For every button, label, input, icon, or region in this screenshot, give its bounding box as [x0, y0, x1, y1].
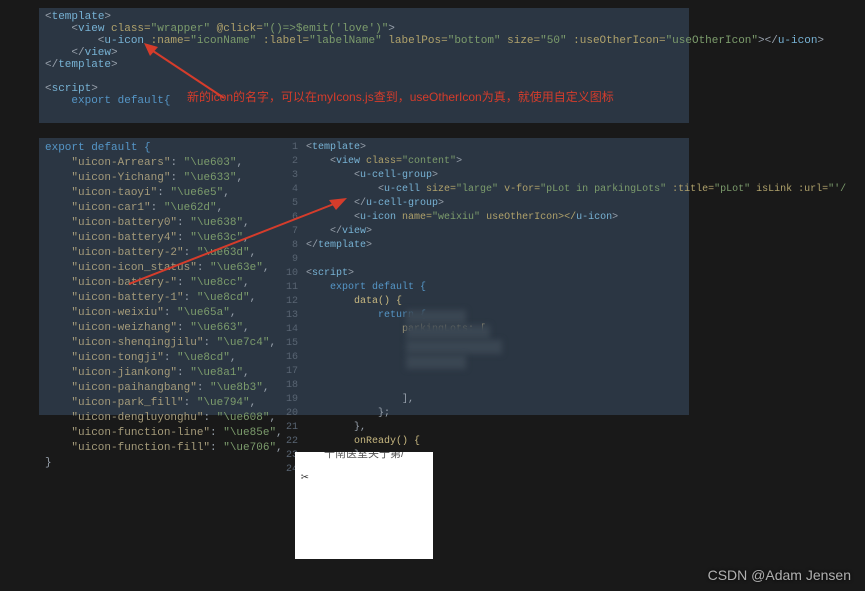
code-line: }	[45, 456, 258, 471]
code-line: "uicon-dengluyonghu": "\ue608",	[45, 411, 258, 426]
code-line: "uicon-park_fill": "\ue794",	[45, 396, 258, 411]
code-line: <view class="content">	[306, 155, 685, 169]
pixelated-block	[406, 355, 466, 369]
code-line: "uicon-battery-2": "\ue63d",	[45, 246, 258, 261]
code-line: <template>	[45, 11, 683, 23]
code-line: </template>	[306, 239, 685, 253]
code-line: "uicon-Yichang": "\ue633",	[45, 171, 258, 186]
code-line: ],	[306, 393, 685, 407]
code-line: };	[306, 407, 685, 421]
code-line: parkingLots: [	[306, 323, 685, 337]
code-line: </template>	[45, 59, 683, 71]
preview-title: 千南医室关于第/	[295, 452, 433, 466]
code-line: "uicon-car1": "\ue62d",	[45, 201, 258, 216]
pixelated-block	[406, 325, 490, 339]
pixelated-block	[406, 340, 502, 354]
code-line: "uicon-battery4": "\ue63c",	[45, 231, 258, 246]
code-line: onReady() {	[306, 435, 685, 449]
code-line: "uicon-jiankong": "\ue8a1",	[45, 366, 258, 381]
code-line: <view class="wrapper" @click="()=>$emit(…	[45, 23, 683, 35]
code-line: data() {	[306, 295, 685, 309]
code-line: "uicon-function-line": "\ue85e",	[45, 426, 258, 441]
code-line: "uicon-icon_status": "\ue63e",	[45, 261, 258, 276]
code-line: },	[306, 421, 685, 435]
code-line: export default {	[45, 141, 258, 156]
code-line: <u-cell size="large" v-for="pLot in park…	[306, 183, 685, 197]
code-right-pane: 123456789101112131415161718192021222324 …	[264, 138, 689, 415]
code-left-pane: export default { "uicon-Arrears": "\ue60…	[39, 138, 264, 415]
code-line: "uicon-tongji": "\ue8cd",	[45, 351, 258, 366]
code-line: "uicon-battery-1": "\ue8cd",	[45, 291, 258, 306]
code-line: </u-cell-group>	[306, 197, 685, 211]
code-line: "uicon-Arrears": "\ue603",	[45, 156, 258, 171]
watermark-text: CSDN @Adam Jensen	[708, 567, 851, 583]
code-line: "uicon-weizhang": "\ue663",	[45, 321, 258, 336]
code-line: <u-icon name="weixiu" useOtherIcon></u-i…	[306, 211, 685, 225]
code-line: </view>	[45, 47, 683, 59]
code-line: <template>	[306, 141, 685, 155]
code-panel-bottom: export default { "uicon-Arrears": "\ue60…	[39, 138, 689, 415]
code-line: "uicon-battery-": "\ue8cc",	[45, 276, 258, 291]
code-line: "uicon-battery0": "\ue638",	[45, 216, 258, 231]
code-line: <u-cell-group>	[306, 169, 685, 183]
code-line: "uicon-taoyi": "\ue6e5",	[45, 186, 258, 201]
code-line: "uicon-shenqingjilu": "\ue7c4",	[45, 336, 258, 351]
code-line: <u-icon :name="iconName" :label="labelNa…	[45, 35, 683, 47]
line-number-gutter: 123456789101112131415161718192021222324	[264, 138, 302, 415]
code-line: </view>	[306, 225, 685, 239]
code-line: <script>	[306, 267, 685, 281]
code-line: return {	[306, 309, 685, 323]
phone-preview: 千南医室关于第/ ✂	[295, 452, 433, 559]
code-line: "uicon-function-fill": "\ue706",	[45, 441, 258, 456]
annotation-text: 新的icon的名字，可以在myIcons.js查到，useOtherIcon为真…	[187, 88, 614, 105]
pixelated-block	[406, 310, 466, 324]
code-line: export default {	[306, 281, 685, 295]
code-line: "uicon-paihangbang": "\ue8b3",	[45, 381, 258, 396]
code-panel-top: <template> <view class="wrapper" @click=…	[39, 8, 689, 123]
scissors-icon: ✂	[295, 466, 433, 489]
code-line: "uicon-weixiu": "\ue65a",	[45, 306, 258, 321]
